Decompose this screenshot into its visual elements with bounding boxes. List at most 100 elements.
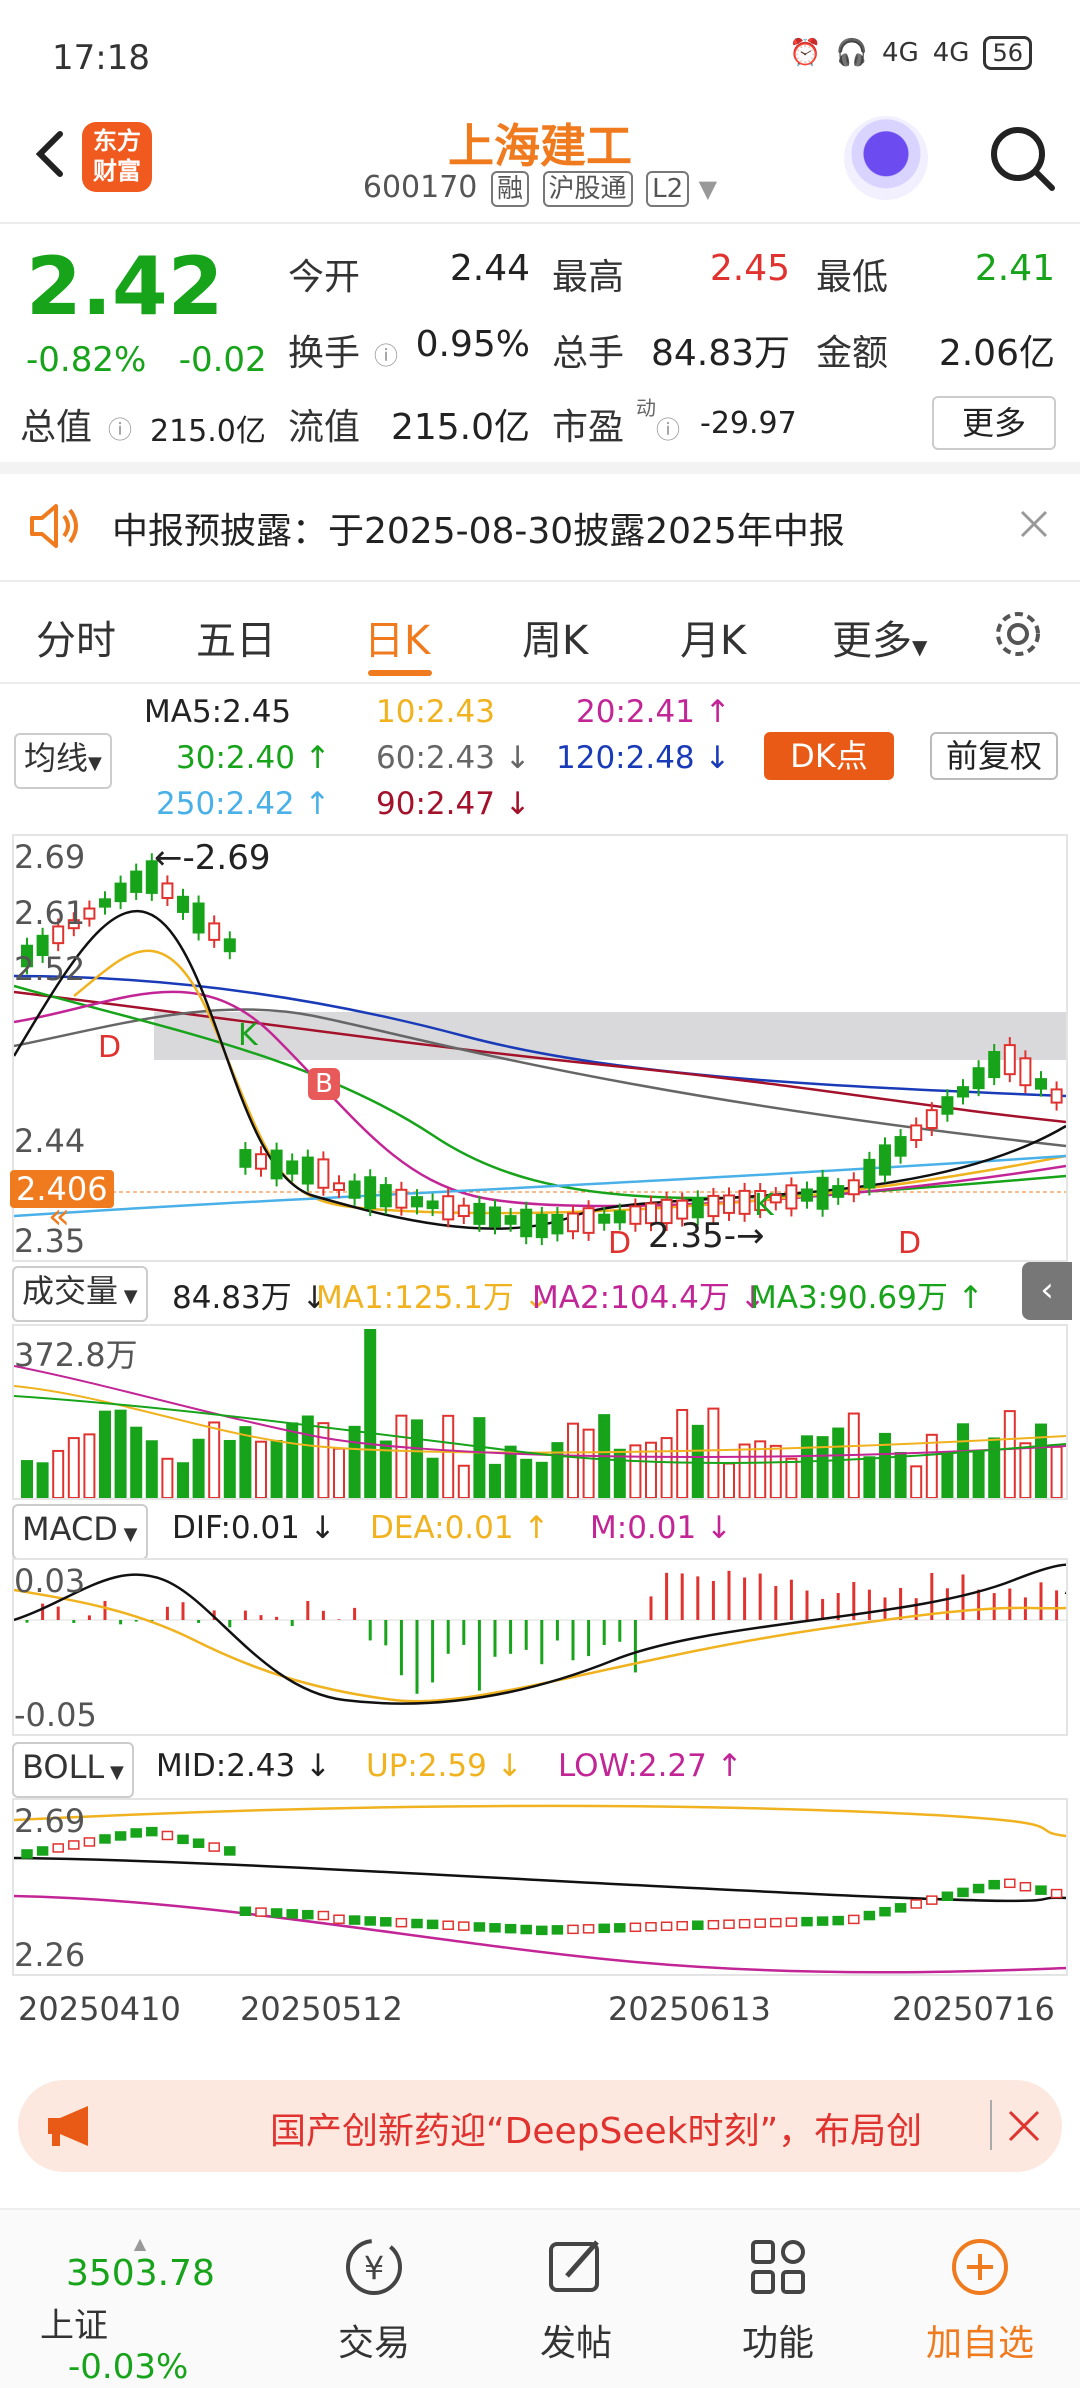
nav-add-watchlist[interactable]: 加自选 <box>900 2232 1060 2366</box>
settings-gear-icon[interactable] <box>990 606 1046 662</box>
tab-more[interactable]: 更多▼ <box>832 608 927 666</box>
tab-daily-k[interactable]: 日K <box>364 608 430 666</box>
ad-separator <box>990 2100 992 2150</box>
open-value: 2.44 <box>449 248 530 289</box>
boll-candle <box>926 1895 938 1905</box>
candle-body <box>832 1185 845 1198</box>
volume-bar <box>223 1439 236 1499</box>
boll-top-label: 2.69 <box>14 1802 86 1840</box>
candle-body <box>473 1202 486 1225</box>
macd-bottom-label: -0.05 <box>14 1696 97 1734</box>
kline-panel[interactable]: 2.69 2.61 2.52 2.44 2.35 2.406 ←-2.69 2.… <box>10 834 1068 1262</box>
assistant-avatar[interactable] <box>844 116 928 200</box>
boll-candle <box>738 1918 751 1929</box>
candle-body <box>925 1109 938 1130</box>
volume-bar <box>145 1440 158 1499</box>
close-icon[interactable] <box>1018 508 1050 540</box>
speaker-icon <box>30 504 78 548</box>
volume-bar <box>910 1465 923 1499</box>
ma-select[interactable]: 均线▼ <box>14 733 112 789</box>
nav-functions-label: 功能 <box>741 2323 814 2364</box>
marker-d-2[interactable]: D <box>608 1226 631 1261</box>
candle-body <box>723 1194 735 1214</box>
candle-body <box>941 1096 954 1115</box>
kline-chart[interactable] <box>12 836 1067 1260</box>
volume-panel[interactable]: 372.8万 <box>12 1324 1068 1500</box>
search-icon[interactable] <box>986 122 1058 194</box>
ad-banner[interactable]: 国产创新药迎“DeepSeek时刻”，布局创 <box>18 2080 1062 2172</box>
boll-candle <box>1050 1888 1063 1899</box>
chevron-down-icon[interactable]: ▼ <box>699 175 717 203</box>
notice-bar[interactable]: 中报预披露：于2025-08-30披露2025年中报 <box>0 470 1080 580</box>
volume-bar <box>1050 1445 1063 1499</box>
volume-select-label: 成交量 <box>22 1272 119 1310</box>
boll-panel[interactable]: 2.69 2.26 <box>12 1798 1068 1976</box>
date-label-3: 20250613 <box>608 1990 771 2028</box>
volume-bar <box>894 1451 907 1499</box>
high-label: 最高 <box>552 257 625 298</box>
collapse-panel-icon[interactable]: ‹ <box>1022 1262 1072 1320</box>
macd-dif: DIF:0.01 ↓ <box>172 1510 336 1546</box>
status-icons: ⏰ 🎧 4G 4G 56 <box>789 36 1032 70</box>
boll-candle <box>848 1914 860 1925</box>
marker-k-2[interactable]: K <box>754 1188 774 1223</box>
chevron-down-icon: ▼ <box>117 1524 138 1545</box>
boll-select[interactable]: BOLL ▼ <box>12 1742 134 1798</box>
candle-body <box>535 1213 548 1239</box>
alarm-icon: ⏰ <box>789 38 822 68</box>
candle-body <box>192 902 205 934</box>
volume-bar <box>473 1417 486 1499</box>
nav-trade[interactable]: ¥ 交易 <box>294 2232 454 2366</box>
macd-panel[interactable]: 0.03 -0.05 <box>12 1558 1079 1736</box>
info-icon[interactable]: ⓘ <box>656 410 680 445</box>
marker-b[interactable]: B <box>308 1068 340 1100</box>
boll-candle <box>770 1917 782 1928</box>
boll-candle <box>551 1925 564 1935</box>
tab-weekly-k[interactable]: 周K <box>522 608 588 666</box>
scroll-left-icon[interactable]: « <box>48 1196 70 1237</box>
tab-intraday[interactable]: 分时 <box>36 608 116 666</box>
boll-candle <box>146 1826 158 1837</box>
volume-select[interactable]: 成交量 ▼ <box>12 1266 148 1322</box>
nav-post-label: 发帖 <box>539 2323 612 2364</box>
boll-candle <box>364 1916 376 1926</box>
ma30-label: 30:2.40 ↑ <box>176 740 331 776</box>
turnover-value: 0.95% <box>415 324 530 365</box>
nav-functions[interactable]: 功能 <box>698 2232 858 2366</box>
tab-monthly-k[interactable]: 月K <box>680 608 746 666</box>
close-icon[interactable] <box>1006 2108 1042 2144</box>
volume-bar <box>972 1450 985 1499</box>
chevron-up-icon: ▲ <box>133 2234 147 2253</box>
dk-point-button[interactable]: DK点 <box>764 732 894 780</box>
marker-d-1[interactable]: D <box>98 1030 121 1065</box>
candle-body <box>99 898 111 908</box>
ad-text: 国产创新药迎“DeepSeek时刻”，布局创 <box>270 2111 923 2152</box>
info-icon[interactable]: ⓘ <box>108 410 132 445</box>
macd-select[interactable]: MACD ▼ <box>12 1504 148 1560</box>
adjust-mode-button[interactable]: 前复权 <box>930 732 1058 780</box>
index-ticker[interactable]: ▲ 3503.78 上证 -0.03% <box>40 2234 240 2387</box>
candle-body <box>738 1189 751 1215</box>
candle-body <box>910 1124 923 1142</box>
more-button[interactable]: 更多 <box>932 396 1056 450</box>
tab-five-day[interactable]: 五日 <box>196 608 276 666</box>
boll-mid: MID:2.43 ↓ <box>156 1748 332 1784</box>
volume-bar <box>426 1457 439 1499</box>
nav-post[interactable]: 发帖 <box>496 2232 656 2366</box>
volume-bar <box>83 1433 96 1499</box>
info-icon[interactable]: ⓘ <box>374 336 398 371</box>
chevron-down-icon: ▼ <box>912 635 928 659</box>
marker-d-3[interactable]: D <box>898 1226 921 1261</box>
marker-k-1[interactable]: K <box>238 1018 258 1053</box>
candle-body <box>114 882 127 903</box>
candle-body <box>613 1210 626 1224</box>
total-value-label: 总值 <box>20 407 93 448</box>
turnover-label: 换手 <box>288 333 361 374</box>
active-tab-indicator <box>368 670 432 676</box>
candle-body <box>707 1194 720 1218</box>
open-label: 今开 <box>288 257 361 298</box>
candle-body <box>395 1188 408 1209</box>
volume-bar <box>99 1410 111 1499</box>
boll-candle <box>21 1849 33 1859</box>
boll-candle <box>255 1907 267 1917</box>
